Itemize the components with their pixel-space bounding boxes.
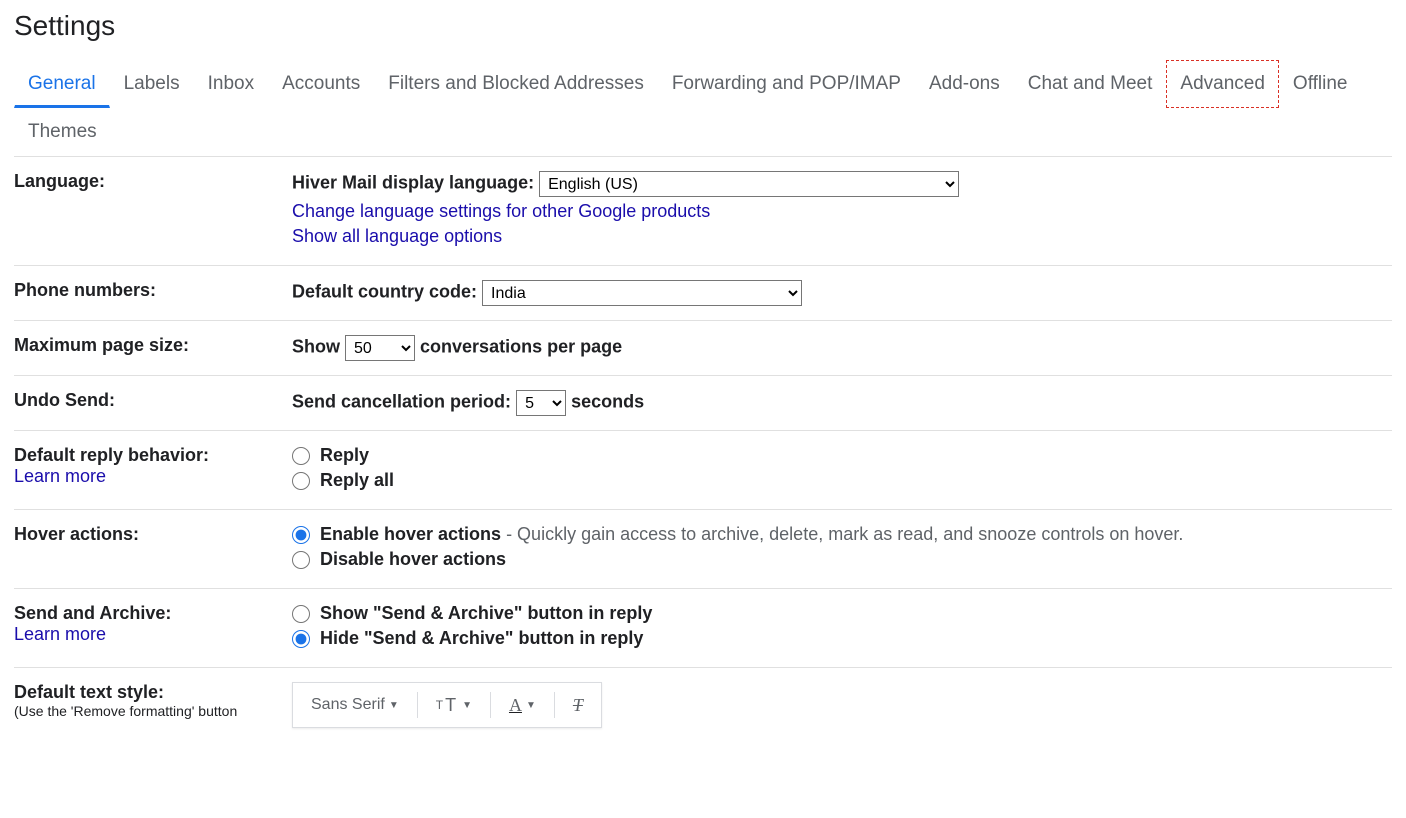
tab-filters-and-blocked-addresses[interactable]: Filters and Blocked Addresses bbox=[374, 60, 658, 108]
page-size-select[interactable]: 50 bbox=[345, 335, 415, 361]
font-family-button[interactable]: Sans Serif ▼ bbox=[305, 692, 405, 718]
tab-chat-and-meet[interactable]: Chat and Meet bbox=[1014, 60, 1167, 108]
display-language-label: Hiver Mail display language: bbox=[292, 173, 534, 193]
section-page-size: Maximum page size: Show 50 conversations… bbox=[14, 321, 1392, 376]
page-size-prefix: Show bbox=[292, 337, 340, 357]
tab-add-ons[interactable]: Add-ons bbox=[915, 60, 1014, 108]
text-color-icon: A bbox=[509, 695, 522, 716]
separator bbox=[417, 692, 418, 718]
hover-radio-enable[interactable] bbox=[292, 526, 310, 544]
caret-down-icon: ▼ bbox=[389, 700, 399, 711]
language-label: Language: bbox=[14, 171, 105, 191]
tab-general[interactable]: General bbox=[14, 60, 110, 108]
text-size-icon: T bbox=[436, 698, 443, 712]
caret-down-icon: ▼ bbox=[526, 700, 536, 711]
section-hover: Hover actions: Enable hover actions - Qu… bbox=[14, 510, 1392, 589]
section-phone: Phone numbers: Default country code: Ind… bbox=[14, 266, 1392, 321]
page-size-label: Maximum page size: bbox=[14, 335, 189, 355]
reply-opt1-label: Reply bbox=[320, 445, 369, 466]
page-size-suffix: conversations per page bbox=[420, 337, 622, 357]
section-reply: Default reply behavior: Learn more Reply… bbox=[14, 431, 1392, 510]
hover-opt1-desc: - Quickly gain access to archive, delete… bbox=[501, 524, 1183, 544]
separator bbox=[554, 692, 555, 718]
send-archive-radio-hide[interactable] bbox=[292, 630, 310, 648]
section-text-style: Default text style: (Use the 'Remove for… bbox=[14, 668, 1392, 732]
font-name-label: Sans Serif bbox=[311, 696, 385, 714]
remove-formatting-button[interactable]: T bbox=[567, 691, 589, 720]
country-code-label: Default country code: bbox=[292, 282, 477, 302]
hover-radio-disable[interactable] bbox=[292, 551, 310, 569]
phone-label: Phone numbers: bbox=[14, 280, 156, 300]
text-style-note: (Use the 'Remove formatting' button bbox=[14, 703, 282, 719]
send-archive-opt1-label: Show "Send & Archive" button in reply bbox=[320, 603, 652, 624]
undo-suffix: seconds bbox=[571, 392, 644, 412]
format-toolbar: Sans Serif ▼ TT ▼ A ▼ T bbox=[292, 682, 602, 728]
tab-themes[interactable]: Themes bbox=[14, 108, 111, 156]
text-color-button[interactable]: A ▼ bbox=[503, 691, 542, 720]
page-title: Settings bbox=[14, 10, 1392, 42]
tab-labels[interactable]: Labels bbox=[110, 60, 194, 108]
settings-tabs: GeneralLabelsInboxAccountsFilters and Bl… bbox=[14, 60, 1392, 157]
remove-formatting-icon: T bbox=[573, 695, 583, 716]
undo-select[interactable]: 5 bbox=[516, 390, 566, 416]
hover-label: Hover actions: bbox=[14, 524, 139, 544]
reply-label: Default reply behavior: bbox=[14, 445, 282, 466]
send-archive-label: Send and Archive: bbox=[14, 603, 282, 624]
caret-down-icon: ▼ bbox=[462, 700, 472, 711]
font-size-button[interactable]: TT ▼ bbox=[430, 691, 478, 720]
send-archive-learn-more-link[interactable]: Learn more bbox=[14, 624, 106, 644]
undo-prefix: Send cancellation period: bbox=[292, 392, 511, 412]
tab-forwarding-and-pop-imap[interactable]: Forwarding and POP/IMAP bbox=[658, 60, 915, 108]
tab-accounts[interactable]: Accounts bbox=[268, 60, 374, 108]
undo-label: Undo Send: bbox=[14, 390, 115, 410]
section-language: Language: Hiver Mail display language: E… bbox=[14, 157, 1392, 266]
tab-inbox[interactable]: Inbox bbox=[194, 60, 268, 108]
change-language-link[interactable]: Change language settings for other Googl… bbox=[292, 201, 710, 221]
reply-radio-reply-all[interactable] bbox=[292, 472, 310, 490]
separator bbox=[490, 692, 491, 718]
hover-opt1-label: Enable hover actions bbox=[320, 524, 501, 544]
text-size-icon-big: T bbox=[445, 695, 456, 716]
section-send-archive: Send and Archive: Learn more Show "Send … bbox=[14, 589, 1392, 668]
reply-radio-reply[interactable] bbox=[292, 447, 310, 465]
tab-offline[interactable]: Offline bbox=[1279, 60, 1362, 108]
send-archive-opt2-label: Hide "Send & Archive" button in reply bbox=[320, 628, 643, 649]
section-undo: Undo Send: Send cancellation period: 5 s… bbox=[14, 376, 1392, 431]
country-code-select[interactable]: India bbox=[482, 280, 802, 306]
show-all-languages-link[interactable]: Show all language options bbox=[292, 226, 502, 246]
reply-opt2-label: Reply all bbox=[320, 470, 394, 491]
reply-learn-more-link[interactable]: Learn more bbox=[14, 466, 106, 486]
tab-advanced[interactable]: Advanced bbox=[1166, 60, 1279, 108]
display-language-select[interactable]: English (US) bbox=[539, 171, 959, 197]
hover-opt2-label: Disable hover actions bbox=[320, 549, 506, 570]
send-archive-radio-show[interactable] bbox=[292, 605, 310, 623]
text-style-label: Default text style: bbox=[14, 682, 282, 703]
